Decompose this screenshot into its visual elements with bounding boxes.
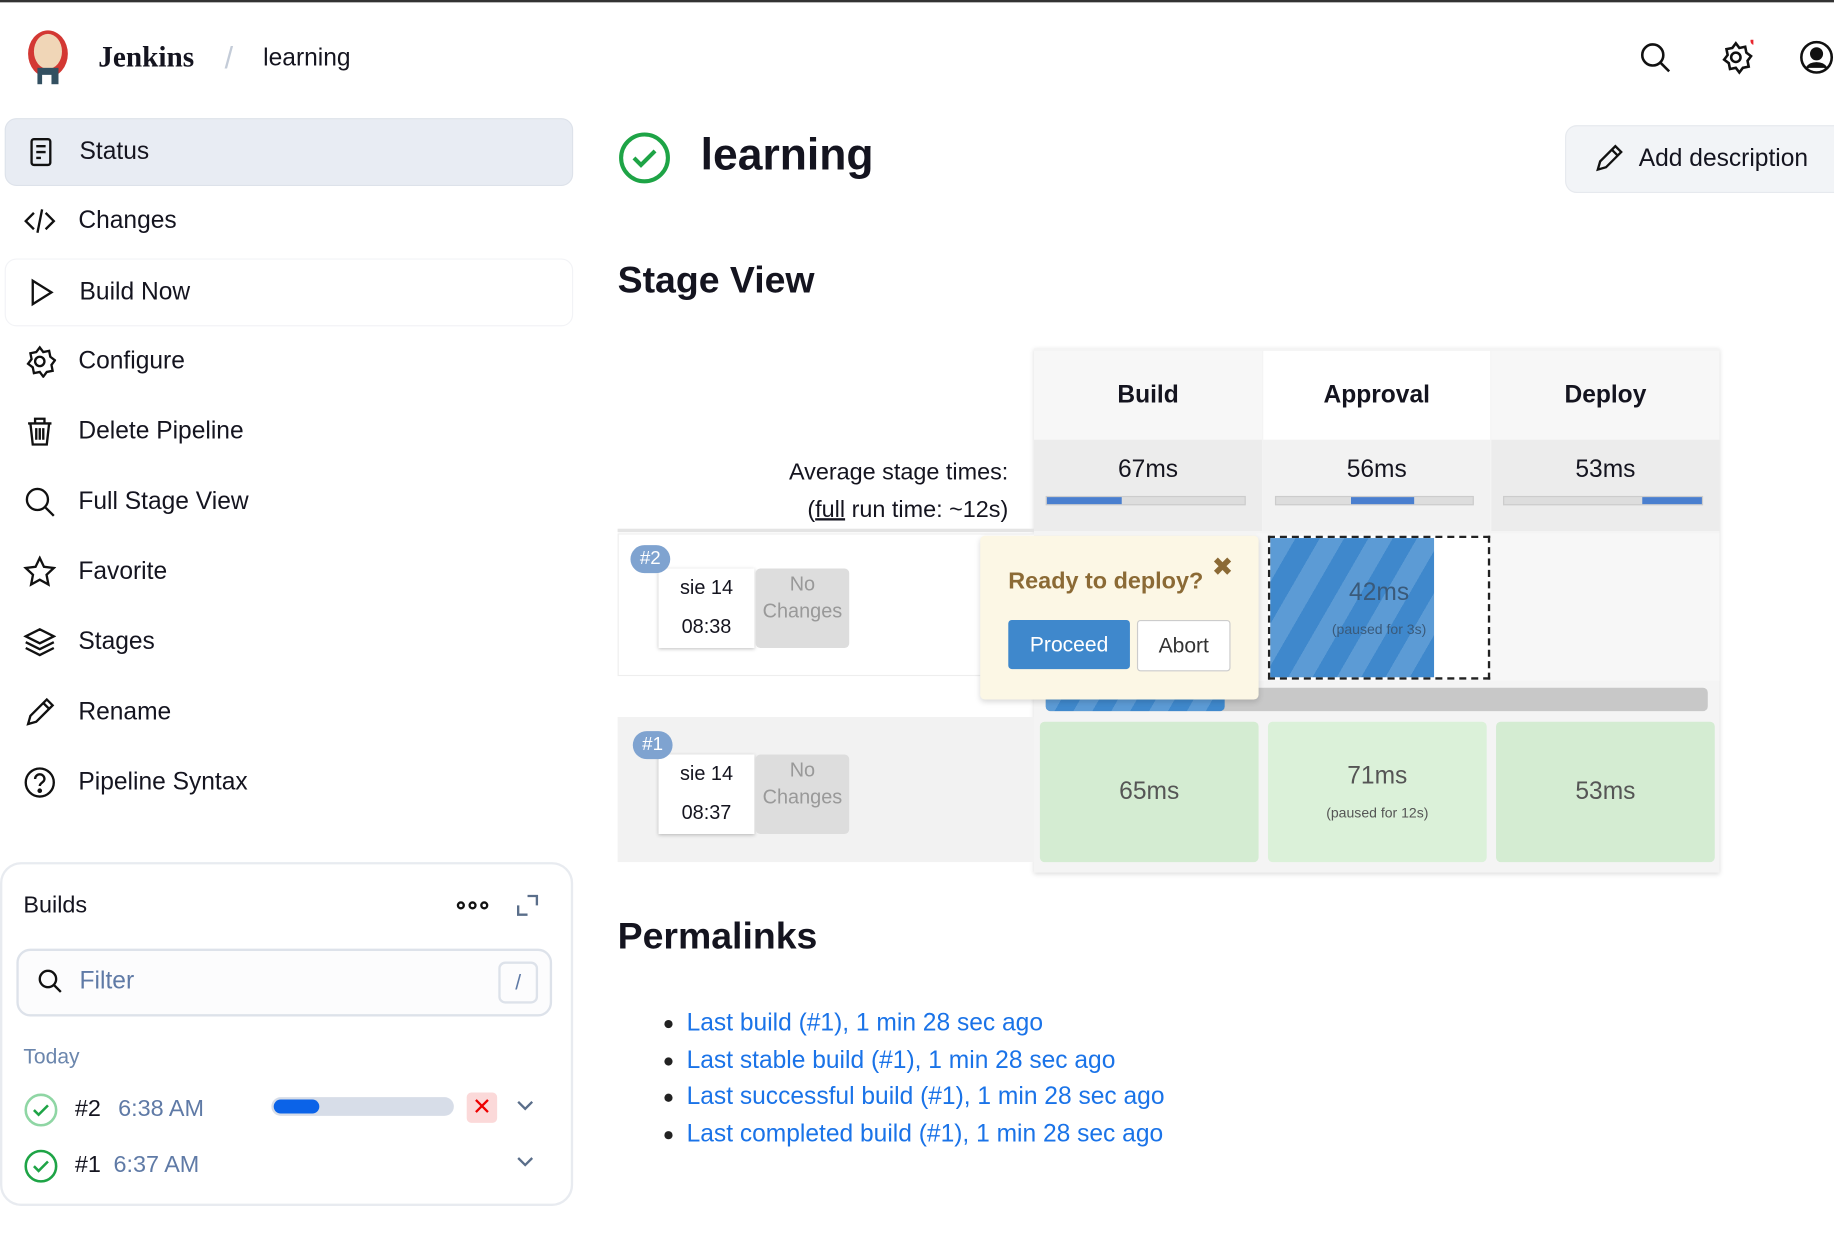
input-required-popup: Ready to deploy? ✖ Proceed Abort: [980, 535, 1259, 700]
sidebar-item-label: Configure: [78, 347, 185, 375]
run-date: sie 14 08:38: [658, 568, 755, 649]
avg-time-approval: 56ms: [1263, 439, 1491, 532]
filter-placeholder: Filter: [79, 967, 135, 995]
keyboard-shortcut-hint: /: [498, 961, 539, 1004]
sidebar-item-label: Build Now: [79, 278, 191, 306]
stage-header-deploy: Deploy: [1491, 350, 1720, 440]
search-icon: [25, 487, 55, 517]
abort-build-icon[interactable]: ✕: [466, 1092, 498, 1123]
sidebar-item-label: Full Stage View: [78, 487, 249, 515]
window-top-border: [0, 0, 1834, 3]
permalink-last-completed-build[interactable]: Last completed build (#1), 1 min 28 sec …: [687, 1121, 1164, 1149]
breadcrumb-separator: /: [224, 39, 234, 75]
sidebar-item-delete-pipeline[interactable]: Delete Pipeline: [5, 399, 571, 465]
stage-header-build: Build: [1034, 350, 1263, 440]
star-icon: [23, 555, 57, 587]
document-icon: [30, 138, 52, 167]
play-icon: [31, 278, 54, 307]
build-stage-cell[interactable]: 65ms: [1039, 721, 1259, 863]
trash-icon: [28, 417, 52, 446]
user-avatar-icon[interactable]: [1799, 40, 1834, 75]
add-description-label: Add description: [1638, 145, 1809, 172]
builds-filter-input[interactable]: Filter /: [16, 948, 553, 1017]
builds-panel: Builds Filter / Today #2 6:38 AM ✕ #1 6:…: [0, 862, 574, 1206]
build-number[interactable]: #1: [75, 1152, 101, 1179]
sidebar-item-full-stage-view[interactable]: Full Stage View: [5, 469, 571, 535]
pencil-icon: [26, 697, 55, 726]
avg-time-build: 67ms: [1034, 439, 1263, 532]
sidebar-item-label: Changes: [78, 207, 177, 234]
permalink-last-build[interactable]: Last build (#1), 1 min 28 sec ago: [687, 1009, 1043, 1037]
more-options-icon[interactable]: [456, 899, 489, 911]
sidebar-item-changes[interactable]: Changes: [5, 188, 571, 254]
success-icon: [24, 1093, 58, 1127]
permalink-last-successful-build[interactable]: Last successful build (#1), 1 min 28 sec…: [687, 1083, 1165, 1111]
cell-paused-note: (paused for 3s): [1331, 620, 1427, 637]
group-today: Today: [23, 1044, 80, 1068]
sidebar-item-status[interactable]: Status: [4, 118, 574, 186]
avg-time-deploy: 53ms: [1491, 439, 1720, 532]
run-changes[interactable]: No Changes: [755, 754, 850, 834]
full-prefix: (: [807, 497, 816, 523]
help-icon: [24, 767, 55, 798]
proceed-button[interactable]: Proceed: [1008, 619, 1130, 670]
approval-stage-cell-running[interactable]: 42ms (paused for 3s): [1267, 535, 1491, 680]
layers-icon: [23, 627, 57, 657]
run-date: sie 14 08:37: [658, 754, 755, 834]
sidebar-item-label: Status: [79, 138, 150, 165]
build-time: 6:38 AM: [118, 1096, 204, 1122]
abort-button[interactable]: Abort: [1136, 619, 1231, 672]
sidebar-item-stages[interactable]: Stages: [5, 609, 571, 675]
sidebar-item-label: Rename: [78, 698, 172, 726]
sidebar-item-configure[interactable]: Configure: [5, 329, 571, 395]
expand-icon[interactable]: [515, 892, 541, 918]
run-badge[interactable]: #1: [632, 731, 673, 760]
brand-name[interactable]: Jenkins: [98, 42, 194, 75]
code-icon: [24, 209, 56, 233]
sidebar-item-pipeline-syntax[interactable]: Pipeline Syntax: [5, 750, 571, 816]
search-icon: [38, 969, 62, 993]
sidebar-item-label: Delete Pipeline: [78, 417, 244, 445]
sidebar-item-build-now[interactable]: Build Now: [4, 258, 574, 327]
breadcrumb-learning[interactable]: learning: [263, 44, 350, 72]
sidebar-item-label: Favorite: [78, 557, 168, 585]
run-changes[interactable]: No Changes: [755, 568, 850, 649]
sidebar-item-rename[interactable]: Rename: [5, 680, 571, 746]
gear-icon: [26, 345, 57, 378]
chevron-down-icon[interactable]: [515, 1098, 536, 1112]
permalinks-heading: Permalinks: [617, 914, 818, 957]
close-icon[interactable]: ✖: [1212, 552, 1234, 582]
approval-stage-cell[interactable]: 71ms (paused for 12s): [1267, 721, 1487, 863]
sidebar-item-favorite[interactable]: Favorite: [5, 539, 571, 605]
average-stage-times-label: Average stage times: (full run time: ~12…: [618, 454, 1009, 529]
search-icon[interactable]: [1638, 40, 1673, 75]
add-description-button[interactable]: Add description: [1565, 125, 1834, 194]
full-run-time: run time: ~12s): [845, 497, 1009, 523]
sidebar-item-label: Stages: [78, 628, 155, 656]
builds-title: Builds: [23, 892, 88, 919]
success-status-icon: [619, 132, 670, 184]
gear-icon[interactable]: [1718, 39, 1754, 75]
pencil-icon: [1596, 144, 1623, 172]
build-time: 6:37 AM: [113, 1152, 200, 1178]
build-number[interactable]: #2: [75, 1096, 101, 1123]
deploy-stage-cell[interactable]: 53ms: [1496, 721, 1715, 863]
jenkins-logo[interactable]: [23, 28, 72, 89]
stage-view-heading: Stage View: [617, 258, 815, 301]
stage-header-approval: Approval: [1263, 350, 1491, 440]
chevron-down-icon[interactable]: [515, 1154, 536, 1168]
cell-duration: 42ms: [1349, 578, 1410, 606]
success-icon: [24, 1149, 58, 1183]
permalink-last-stable-build[interactable]: Last stable build (#1), 1 min 28 sec ago: [687, 1047, 1116, 1075]
page-title: learning: [700, 131, 874, 181]
popup-question: Ready to deploy?: [1008, 568, 1204, 595]
run-badge[interactable]: #2: [630, 545, 671, 574]
full-run-link[interactable]: full: [815, 497, 845, 523]
build-progress-bar: [271, 1097, 454, 1116]
avg-label: Average stage times:: [788, 459, 1009, 486]
sidebar-item-label: Pipeline Syntax: [78, 768, 248, 796]
